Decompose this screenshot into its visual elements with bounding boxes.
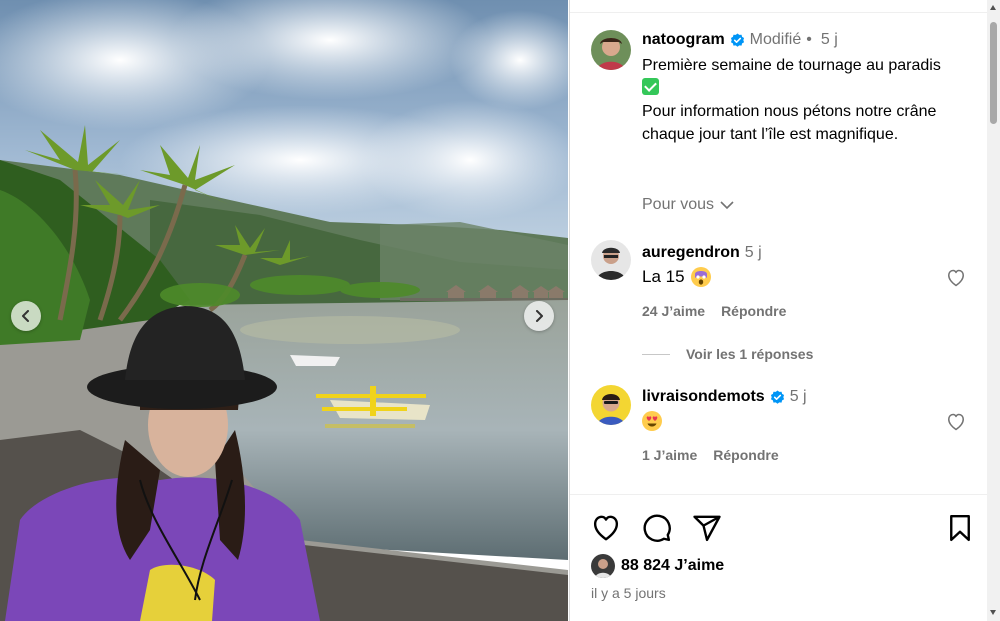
comment-likes-count[interactable]: 1 J’aime [642,447,697,463]
reply-button[interactable]: Répondre [713,447,778,463]
commenter-avatar[interactable] [591,240,631,280]
check-mark-emoji-icon [642,78,659,95]
next-photo-button[interactable] [524,301,554,331]
bookmark-icon[interactable] [945,513,975,543]
crying-face-emoji-icon [690,267,711,287]
post-time-ago[interactable]: il y a 5 jours [591,585,666,601]
comment-age[interactable]: 5 j [745,244,762,262]
scroll-down-arrow-icon[interactable] [990,610,996,615]
comment-text [642,411,662,431]
comment-actions: 24 J’aime Répondre [642,303,786,319]
author-username[interactable]: natoogram [642,31,725,49]
likes-row[interactable]: 88 824 J’aime [591,554,724,578]
view-replies-button[interactable]: Voir les 1 réponses [642,346,813,362]
scrollbar[interactable] [987,0,1000,621]
beach-photo [0,0,568,621]
view-replies-label: Voir les 1 réponses [686,346,814,362]
caption-text: Première semaine de tournage au paradis … [642,54,942,146]
caption-header: natoogram Modifié • 5 j [642,31,838,49]
caption-line-1: Première semaine de tournage au paradis [642,57,941,74]
actions-divider [570,494,988,495]
verified-icon [730,32,744,47]
panel-top-border [570,12,988,13]
scroll-up-arrow-icon[interactable] [990,5,996,10]
post-detail-panel: natoogram Modifié • 5 j Première semaine… [569,0,988,621]
verified-icon [770,389,784,404]
comment-header: auregendron 5 j [642,244,762,262]
comment-likes-count[interactable]: 24 J’aime [642,303,705,319]
heart-eyes-emoji-icon [642,411,662,431]
comment-age[interactable]: 5 j [790,388,807,406]
chevron-left-icon [22,310,29,322]
chevron-right-icon [536,310,543,322]
share-icon[interactable] [692,513,722,543]
comment-text: La 15 [642,267,711,287]
for-you-link[interactable]: Pour vous [642,196,734,214]
comment-username[interactable]: auregendron [642,244,740,262]
like-heart-icon[interactable] [591,513,621,543]
caption-line-2: Pour information nous pétons notre crâne… [642,103,937,143]
reply-button[interactable]: Répondre [721,303,786,319]
liker-avatar [591,554,615,578]
comment-like-heart-icon[interactable] [946,412,966,432]
scrollbar-thumb[interactable] [990,22,997,124]
post-likes-count[interactable]: 88 824 J’aime [621,557,724,575]
commenter-avatar[interactable] [591,385,631,425]
comment-body: La 15 [642,267,685,286]
replies-dash [642,353,670,355]
post-photo[interactable] [0,0,568,621]
comment-like-heart-icon[interactable] [946,268,966,288]
comment-header: livraisondemots 5 j [642,388,807,406]
meta-separator: • [806,31,812,48]
comment-username[interactable]: livraisondemots [642,388,765,406]
post-age[interactable]: 5 j [821,31,838,49]
comment-icon[interactable] [642,513,672,543]
edited-label: Modifié [749,31,802,48]
previous-photo-button[interactable] [11,301,41,331]
author-avatar[interactable] [591,30,631,70]
chevron-down-icon [720,200,734,209]
comment-actions: 1 J’aime Répondre [642,447,779,463]
for-you-label: Pour vous [642,196,715,213]
